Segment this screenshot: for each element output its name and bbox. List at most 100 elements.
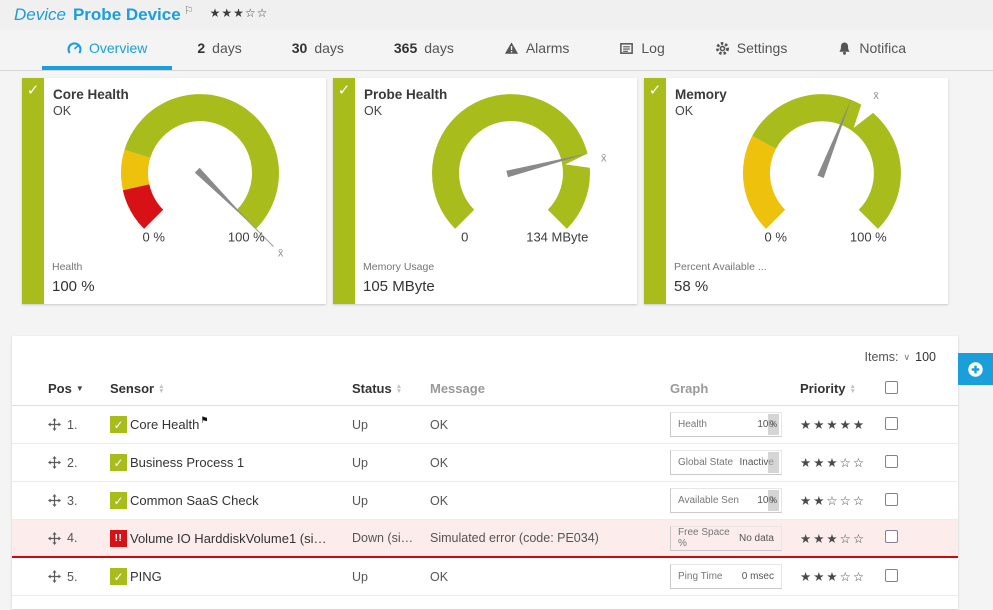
gauge-status: OK (675, 104, 693, 118)
column-header-pos[interactable]: Pos ▼ (48, 381, 110, 396)
priority-stars[interactable]: ★★★★★ (800, 418, 866, 432)
sensor-mini-graph[interactable]: Available Sen 100 % (670, 488, 782, 513)
priority-stars[interactable]: ★★★☆☆ (800, 456, 866, 470)
gauge-status: OK (364, 104, 382, 118)
sensor-table-row[interactable]: 4. !! Volume IO HarddiskVolume1 (si… Dow… (12, 520, 958, 558)
sensor-table-row[interactable]: 3. ✓ Common SaaS Check Up OK Available S… (12, 482, 958, 520)
check-icon: ✓ (338, 82, 351, 99)
gauge-channel-value: 58 % (674, 278, 708, 295)
add-object-button[interactable] (958, 353, 993, 385)
mini-graph-axis: % (768, 490, 779, 511)
column-header-sensor[interactable]: Sensor ▲▼ (110, 381, 352, 396)
sensor-mini-graph[interactable]: Ping Time 0 msec (670, 564, 782, 589)
sensor-table-row[interactable]: 1. ✓ Core Health ⚑ Up OK Health 100 % ★★… (12, 406, 958, 444)
tab-bar: Overview2days30days365daysAlarmsLog Setti… (0, 30, 993, 71)
svg-text:100 %: 100 % (228, 229, 265, 244)
tab-number: 365 (394, 40, 417, 56)
tab-365-days[interactable]: 365days (369, 30, 479, 70)
gauge-card-core-health[interactable]: ✓ Core Health OK x̄0 %100 % Health 100 % (22, 78, 326, 304)
drag-handle-icon[interactable] (48, 456, 61, 469)
position-number: 4. (67, 531, 77, 545)
column-header-status[interactable]: Status ▲▼ (352, 381, 430, 396)
sensor-mini-graph[interactable]: Health 100 % (670, 412, 782, 437)
row-checkbox[interactable] (885, 417, 898, 430)
sensor-link[interactable]: ✓ Core Health ⚑ (110, 416, 352, 433)
mini-graph-channel: Ping Time (678, 571, 722, 582)
tab-settings[interactable]: Settings (690, 30, 813, 70)
sensor-table-card: Items: ∨ 100 Pos ▼ Sensor ▲▼ Status ▲▼ M… (12, 336, 958, 609)
status-cell: Up (352, 494, 430, 508)
drag-handle-icon[interactable] (48, 494, 61, 507)
sensor-name: Business Process 1 (130, 455, 244, 470)
sort-icon: ▲▼ (158, 384, 164, 394)
priority-stars[interactable]: ★★★☆☆ (800, 532, 866, 546)
items-value[interactable]: 100 (915, 350, 936, 364)
gauge-channel-value: 105 MByte (363, 278, 435, 295)
sensor-mini-graph[interactable]: Global State Inactive (670, 450, 782, 475)
mini-graph-channel: Health (678, 419, 707, 430)
object-kind-label: Device (14, 5, 66, 25)
sensor-mini-graph[interactable]: Free Space % No data (670, 526, 782, 551)
gauge-chart: x̄0134 MByte (386, 83, 636, 263)
mini-graph-value: 0 msec (742, 571, 774, 582)
position-number: 3. (67, 494, 77, 508)
tab-notifications[interactable]: Notifica (812, 30, 931, 70)
tab-overview[interactable]: Overview (42, 30, 172, 70)
flag-icon[interactable]: ⚐ (184, 4, 194, 17)
gauge-card-memory[interactable]: ✓ Memory OK x̄0 %100 % Percent Available… (644, 78, 948, 304)
position-number: 5. (67, 570, 77, 584)
check-icon: ✓ (27, 82, 40, 99)
message-cell: Simulated error (code: PE034) (430, 531, 670, 545)
row-checkbox[interactable] (885, 455, 898, 468)
row-checkbox[interactable] (885, 569, 898, 582)
tab-log[interactable]: Log (594, 30, 689, 70)
priority-stars[interactable]: ★★★☆☆ (800, 570, 866, 584)
ok-check-icon: ✓ (110, 454, 127, 471)
message-cell: OK (430, 418, 670, 432)
message-cell: OK (430, 456, 670, 470)
column-header-priority[interactable]: Priority ▲▼ (800, 381, 885, 396)
log-icon (619, 41, 634, 56)
sensor-table-row[interactable]: 2. ✓ Business Process 1 Up OK Global Sta… (12, 444, 958, 482)
gauge-icon (67, 41, 82, 56)
svg-text:0 %: 0 % (142, 229, 165, 244)
message-cell: OK (430, 570, 670, 584)
tab-number: 30 (292, 40, 308, 56)
status-cell: Down (si… (352, 531, 430, 545)
svg-text:134 MByte: 134 MByte (526, 229, 588, 244)
sort-icon: ▲▼ (850, 384, 856, 394)
sensor-name: Common SaaS Check (130, 493, 259, 508)
tab-alarms[interactable]: Alarms (479, 30, 595, 70)
svg-text:x̄: x̄ (601, 152, 607, 164)
sensor-link[interactable]: ✓ PING (110, 568, 352, 585)
gauge-channel-label: Memory Usage (363, 261, 473, 273)
sort-icon: ▲▼ (396, 384, 402, 394)
tab-2-days[interactable]: 2days (172, 30, 266, 70)
sensor-link[interactable]: !! Volume IO HarddiskVolume1 (si… (110, 530, 352, 547)
svg-text:x̄: x̄ (278, 248, 284, 260)
row-checkbox[interactable] (885, 530, 898, 543)
flag-icon: ⚑ (200, 415, 208, 426)
title-bar: Device Probe Device ⚐ ★★★☆☆ (0, 0, 993, 30)
device-priority-rating[interactable]: ★★★☆☆ (210, 6, 269, 20)
gauge-card-probe-health[interactable]: ✓ Probe Health OK x̄0134 MByte Memory Us… (333, 78, 637, 304)
sensor-link[interactable]: ✓ Common SaaS Check (110, 492, 352, 509)
drag-handle-icon[interactable] (48, 532, 61, 545)
sensor-table-row[interactable]: 5. ✓ PING Up OK Ping Time 0 msec ★★★☆☆ (12, 558, 958, 596)
drag-handle-icon[interactable] (48, 570, 61, 583)
page-title: Probe Device (73, 5, 181, 25)
row-checkbox[interactable] (885, 493, 898, 506)
column-header-graph: Graph (670, 381, 800, 396)
items-count-control[interactable]: Items: ∨ 100 (12, 336, 958, 368)
error-alert-icon: !! (110, 530, 127, 547)
sensor-link[interactable]: ✓ Business Process 1 (110, 454, 352, 471)
priority-stars[interactable]: ★★☆☆☆ (800, 494, 866, 508)
select-all-checkbox[interactable] (885, 381, 898, 394)
sensor-name: Volume IO HarddiskVolume1 (si… (130, 531, 327, 546)
status-ok-bar: ✓ (333, 78, 355, 304)
drag-handle-icon[interactable] (48, 418, 61, 431)
gear-icon (715, 41, 730, 56)
alarm-icon (504, 41, 519, 56)
tab-label: Settings (737, 40, 788, 56)
tab-30-days[interactable]: 30days (267, 30, 369, 70)
